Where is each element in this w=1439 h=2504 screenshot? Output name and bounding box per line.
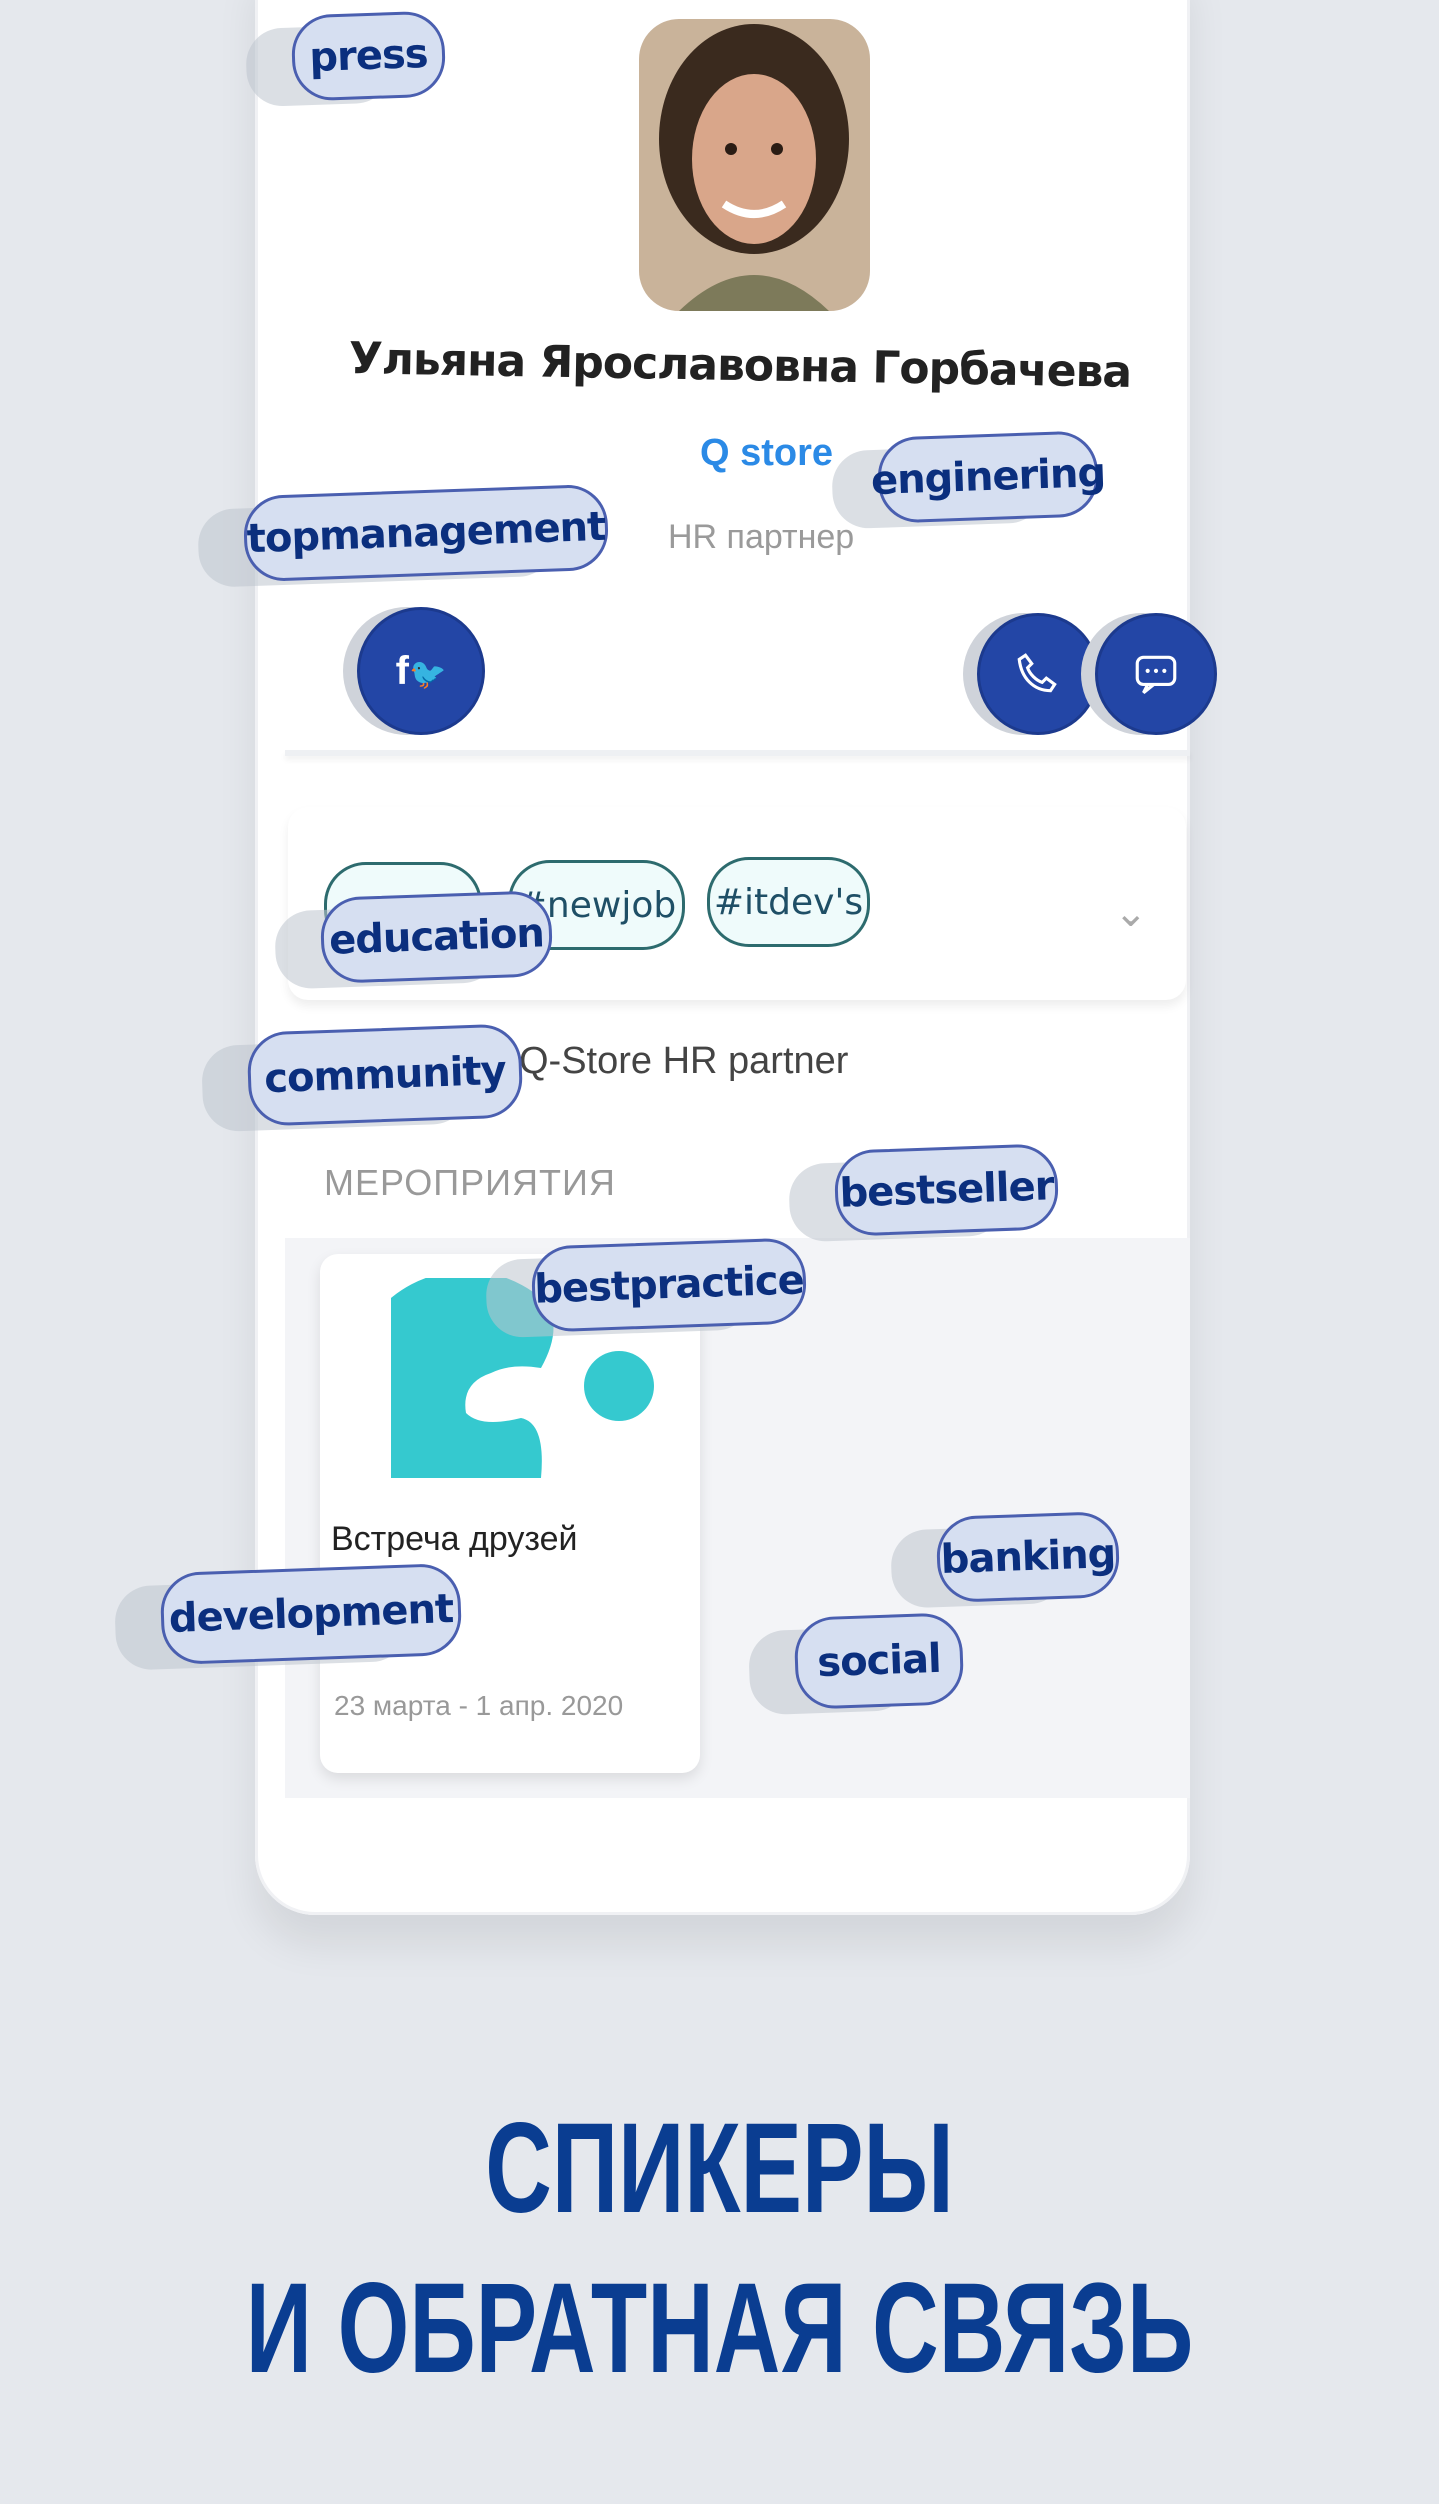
chat-icon: [1135, 655, 1177, 694]
hashtag-chip[interactable]: #itdev's: [707, 857, 870, 947]
profile-role: HR партнер: [668, 518, 855, 556]
section-divider: [285, 750, 1190, 756]
events-section-title: МЕРОПРИЯТИЯ: [324, 1162, 616, 1203]
event-title: Встреча друзей: [331, 1520, 578, 1558]
headline-line-2: И ОБРАТНАЯ СВЯЗЬ: [245, 2257, 1194, 2400]
floating-tag-press: press: [290, 10, 447, 102]
social-networks-icon: f🐦: [395, 648, 447, 693]
floating-tag-social: social: [793, 1612, 965, 1710]
floating-tag-banking: banking: [935, 1510, 1121, 1604]
profile-photo: [639, 19, 870, 311]
event-dates: 23 марта - 1 апр. 2020: [334, 1690, 624, 1721]
floating-tag-enginering: enginering: [870, 430, 1106, 524]
company-link[interactable]: Q store: [700, 432, 833, 475]
profile-description: Q-Store HR partner: [519, 1040, 849, 1082]
social-networks-button[interactable]: f🐦: [357, 607, 485, 735]
chevron-down-icon[interactable]: ⌄: [1114, 890, 1148, 936]
headline-line-1: СПИКЕРЫ: [485, 2097, 954, 2240]
chat-button[interactable]: [1095, 613, 1217, 735]
floating-tag-community: community: [246, 1023, 524, 1127]
phone-icon: [1017, 653, 1057, 693]
floating-tag-topmanagement: topmanagement: [242, 483, 610, 583]
floating-tag-education: education: [319, 889, 554, 985]
call-button[interactable]: [977, 613, 1099, 735]
floating-tag-development: development: [159, 1562, 463, 1666]
floating-tag-bestpractice: bestpractice: [530, 1237, 808, 1333]
floating-tag-bestseller: bestseller: [833, 1143, 1060, 1237]
